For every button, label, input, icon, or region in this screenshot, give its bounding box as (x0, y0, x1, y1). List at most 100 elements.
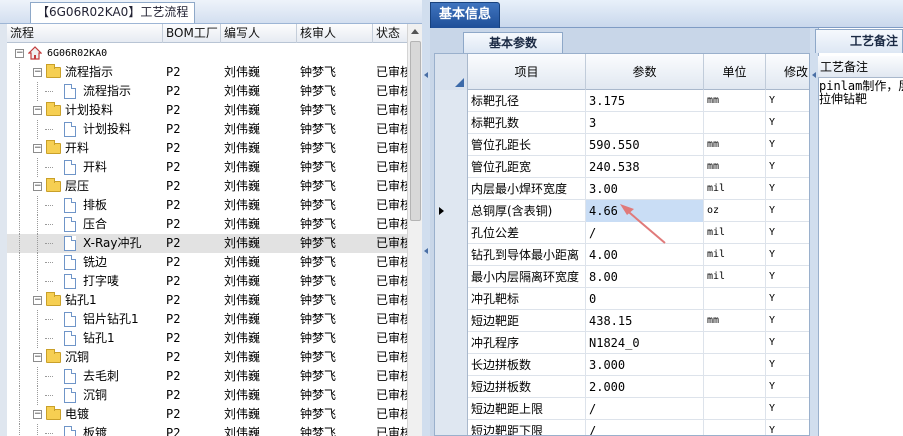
param-cell-value[interactable]: 3.00 (586, 178, 704, 200)
row-header[interactable] (435, 288, 468, 310)
param-row[interactable]: 管位孔距长 590.550 mm Y (435, 134, 809, 156)
param-cell-value[interactable]: 4.66 (586, 200, 704, 222)
expander-minus-icon[interactable]: − (33, 182, 42, 191)
row-header[interactable] (435, 420, 468, 435)
collapse-left-icon-2[interactable] (424, 248, 428, 254)
tree-row[interactable]: − 计划投料 P2 刘伟巍 钟梦飞 已审核 (7, 101, 407, 120)
tree-scrollbar[interactable] (407, 24, 422, 436)
tree-row[interactable]: 去毛刺 P2 刘伟巍 钟梦飞 已审核 (7, 367, 407, 386)
param-cell-value[interactable]: 4.00 (586, 244, 704, 266)
row-header[interactable] (435, 332, 468, 354)
param-row[interactable]: 标靶孔数 3 Y (435, 112, 809, 134)
param-row[interactable]: 长边拼板数 3.000 Y (435, 354, 809, 376)
tree-row[interactable]: − 电镀 P2 刘伟巍 钟梦飞 已审核 (7, 405, 407, 424)
param-row[interactable]: 钻孔到导体最小距离 4.00 mil Y (435, 244, 809, 266)
param-row[interactable]: 短边靶距上限 / Y (435, 398, 809, 420)
param-cell-value[interactable]: 590.550 (586, 134, 704, 156)
row-header[interactable] (435, 90, 468, 112)
tree-row[interactable]: − 层压 P2 刘伟巍 钟梦飞 已审核 (7, 177, 407, 196)
scroll-thumb[interactable] (410, 41, 421, 221)
grid-corner[interactable] (435, 54, 468, 90)
row-header[interactable] (435, 376, 468, 398)
col-header-item[interactable]: 项目 (468, 54, 586, 90)
tree-row[interactable]: 板镀 P2 刘伟巍 钟梦飞 已审核 (7, 424, 407, 436)
row-header[interactable] (435, 244, 468, 266)
param-cell-value[interactable]: 3 (586, 112, 704, 134)
expander-minus-icon[interactable]: − (33, 144, 42, 153)
row-header[interactable] (435, 156, 468, 178)
col-header-unit[interactable]: 单位 (704, 54, 766, 90)
param-cell-value[interactable]: 438.15 (586, 310, 704, 332)
tree-row[interactable]: 流程指示 P2 刘伟巍 钟梦飞 已审核 (7, 82, 407, 101)
param-cell-value[interactable]: / (586, 222, 704, 244)
tree-row[interactable]: − 沉铜 P2 刘伟巍 钟梦飞 已审核 (7, 348, 407, 367)
param-row[interactable]: 最小内层隔离环宽度 8.00 mil Y (435, 266, 809, 288)
param-cell-value[interactable]: 240.538 (586, 156, 704, 178)
row-header[interactable] (435, 134, 468, 156)
tree-row[interactable]: − 钻孔1 P2 刘伟巍 钟梦飞 已审核 (7, 291, 407, 310)
tab-process-flow[interactable]: 【6G06R02KA0】工艺流程 (30, 2, 196, 23)
tab-basic-params[interactable]: 基本参数 (463, 32, 563, 53)
param-cell-value[interactable]: 2.000 (586, 376, 704, 398)
col-header-value[interactable]: 参数 (586, 54, 704, 90)
tab-process-remark[interactable]: 工艺备注 (815, 29, 903, 53)
row-header[interactable] (435, 178, 468, 200)
param-row[interactable]: 孔位公差 / mil Y (435, 222, 809, 244)
param-row[interactable]: 短边靶距下限 / Y (435, 420, 809, 435)
col-header-flow[interactable]: 流程 (7, 24, 163, 43)
row-header[interactable] (435, 222, 468, 244)
scroll-up-arrow-icon[interactable] (411, 29, 419, 34)
param-row[interactable]: 管位孔距宽 240.538 mm Y (435, 156, 809, 178)
param-cell-value[interactable]: 0 (586, 288, 704, 310)
param-row[interactable]: 标靶孔径 3.175 mm Y (435, 90, 809, 112)
param-row[interactable]: 短边拼板数 2.000 Y (435, 376, 809, 398)
param-row[interactable]: 总铜厚(含表铜) 4.66 oz Y (435, 200, 809, 222)
param-cell-value[interactable]: / (586, 398, 704, 420)
tree-row[interactable]: 打字唛 P2 刘伟巍 钟梦飞 已审核 (7, 272, 407, 291)
tree-row[interactable]: 沉铜 P2 刘伟巍 钟梦飞 已审核 (7, 386, 407, 405)
param-row[interactable]: 短边靶距 438.15 mm Y (435, 310, 809, 332)
col-header-modify[interactable]: 修改 (766, 54, 809, 90)
splitter-left[interactable] (422, 0, 430, 436)
tree-row[interactable]: X-Ray冲孔 P2 刘伟巍 钟梦飞 已审核 (7, 234, 407, 253)
col-header-status[interactable]: 状态 (373, 24, 407, 43)
row-header[interactable] (435, 398, 468, 420)
tree-row[interactable]: − 6G06R02KA0 (7, 44, 407, 63)
expander-minus-icon[interactable]: − (33, 68, 42, 77)
row-header[interactable] (435, 310, 468, 332)
param-row[interactable]: 内层最小焊环宽度 3.00 mil Y (435, 178, 809, 200)
collapse-right-icon[interactable] (812, 72, 816, 78)
tree-row[interactable]: − 流程指示 P2 刘伟巍 钟梦飞 已审核 (7, 63, 407, 82)
tree-row[interactable]: 开料 P2 刘伟巍 钟梦飞 已审核 (7, 158, 407, 177)
param-cell-value[interactable]: N1824_0 (586, 332, 704, 354)
col-header-bom[interactable]: BOM工厂 (163, 24, 221, 43)
row-header[interactable] (435, 354, 468, 376)
tab-basic-info[interactable]: 基本信息 (430, 2, 500, 28)
tree-row[interactable]: 铝片钻孔1 P2 刘伟巍 钟梦飞 已审核 (7, 310, 407, 329)
param-cell-value[interactable]: 3.175 (586, 90, 704, 112)
collapse-left-icon[interactable] (424, 72, 428, 78)
col-header-writer[interactable]: 编写人 (221, 24, 297, 43)
param-cell-value[interactable]: 3.000 (586, 354, 704, 376)
tree-row[interactable]: 计划投料 P2 刘伟巍 钟梦飞 已审核 (7, 120, 407, 139)
param-cell-value[interactable]: / (586, 420, 704, 435)
tree-row[interactable]: 压合 P2 刘伟巍 钟梦飞 已审核 (7, 215, 407, 234)
param-cell-value[interactable]: 8.00 (586, 266, 704, 288)
expander-minus-icon[interactable]: − (33, 353, 42, 362)
param-row[interactable]: 冲孔靶标 0 Y (435, 288, 809, 310)
row-header[interactable] (435, 200, 468, 222)
param-row[interactable]: 冲孔程序 N1824_0 Y (435, 332, 809, 354)
expander-minus-icon[interactable]: − (33, 296, 42, 305)
expander-minus-icon[interactable]: − (33, 410, 42, 419)
col-header-reviewer[interactable]: 核审人 (297, 24, 373, 43)
row-header[interactable] (435, 266, 468, 288)
splitter-right[interactable] (810, 0, 818, 436)
expander-minus-icon[interactable]: − (15, 49, 24, 58)
expander-minus-icon[interactable]: − (33, 106, 42, 115)
remark-text[interactable]: pinlam制作，层 拉伸钻靶 (818, 80, 903, 120)
row-header[interactable] (435, 112, 468, 134)
tree-row[interactable]: − 开料 P2 刘伟巍 钟梦飞 已审核 (7, 139, 407, 158)
tree-row[interactable]: 铣边 P2 刘伟巍 钟梦飞 已审核 (7, 253, 407, 272)
tree-row[interactable]: 钻孔1 P2 刘伟巍 钟梦飞 已审核 (7, 329, 407, 348)
tree-row[interactable]: 排板 P2 刘伟巍 钟梦飞 已审核 (7, 196, 407, 215)
